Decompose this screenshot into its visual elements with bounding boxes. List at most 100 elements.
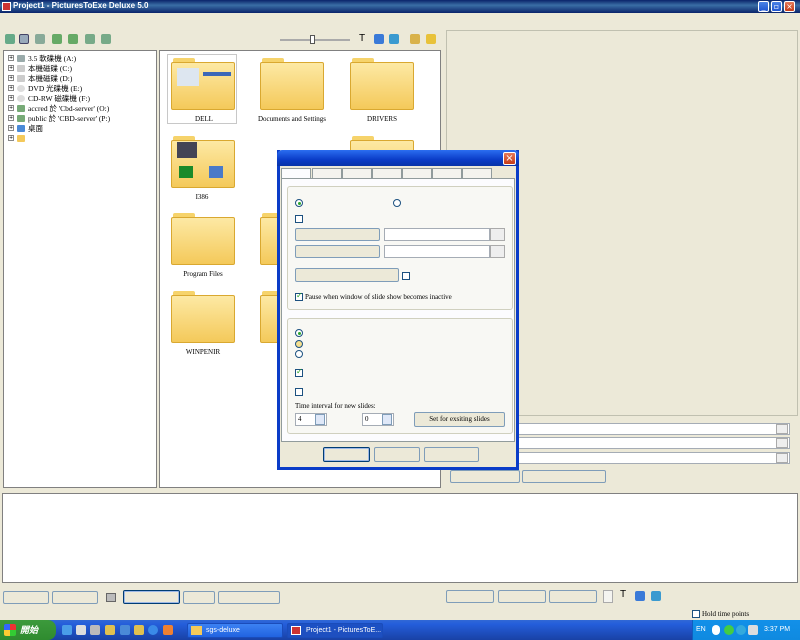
view-icon-2[interactable] [19, 34, 29, 44]
folder-dell[interactable] [171, 58, 235, 110]
radio-option-4[interactable] [295, 340, 303, 348]
new-folder-icon[interactable] [426, 34, 436, 44]
view-icon-7[interactable] [101, 34, 111, 44]
view-icon-3[interactable] [35, 34, 45, 44]
scissors-icon[interactable] [490, 245, 505, 258]
image-icon[interactable] [389, 34, 399, 44]
quicklaunch-icon[interactable] [163, 625, 173, 635]
expand-icon[interactable]: + [8, 125, 14, 131]
dialog-tab[interactable] [372, 168, 402, 178]
language-indicator[interactable]: EN [696, 626, 706, 633]
quicklaunch-icon[interactable] [76, 625, 86, 635]
quicklaunch-icon[interactable] [120, 625, 130, 635]
folder-documents[interactable] [260, 58, 324, 110]
spin-icon[interactable] [603, 590, 613, 603]
quicklaunch-icon[interactable] [62, 625, 72, 635]
help-icon[interactable] [712, 625, 720, 635]
tree-item-d[interactable]: + 本機磁碟 (D:) [8, 73, 72, 83]
bottom-button-3[interactable] [123, 590, 180, 604]
dialog-help-button[interactable] [424, 447, 479, 462]
tree-item-folder[interactable]: + [8, 133, 28, 143]
expand-icon[interactable]: + [8, 105, 14, 111]
expand-icon[interactable]: + [8, 135, 14, 141]
checkbox-2[interactable] [402, 272, 410, 280]
bottom-button-2[interactable] [52, 591, 98, 604]
minimize-button[interactable]: _ [758, 1, 769, 12]
security-icon[interactable] [736, 625, 746, 635]
browse-icon[interactable] [776, 453, 788, 463]
folder-drivers[interactable] [350, 58, 414, 110]
pause-checkbox[interactable] [295, 291, 303, 301]
browse-icon[interactable] [776, 424, 788, 434]
checkbox-1[interactable] [295, 215, 303, 223]
copy-icon[interactable] [635, 591, 645, 601]
panel-button-2[interactable] [522, 470, 606, 483]
browse-icon[interactable] [776, 438, 788, 448]
copy-icon[interactable] [374, 34, 384, 44]
bottom-button-8[interactable] [549, 590, 597, 603]
text-tool-icon[interactable]: T [620, 589, 626, 600]
bottom-button-5[interactable] [218, 591, 280, 604]
dialog-tab[interactable] [432, 168, 462, 178]
bottom-button-4[interactable] [183, 591, 215, 604]
radio-option-2[interactable] [393, 199, 401, 207]
tree-item-desktop[interactable]: + 桌面 [8, 123, 43, 133]
spinner-icon[interactable] [382, 414, 392, 425]
dialog-tab[interactable] [462, 168, 492, 178]
dialog-tab[interactable] [312, 168, 342, 178]
quicklaunch-icon[interactable] [134, 625, 144, 635]
view-icon-6[interactable] [85, 34, 95, 44]
close-button[interactable]: × [784, 1, 795, 12]
quicklaunch-icon[interactable] [90, 625, 100, 635]
folder-winpenir[interactable] [171, 291, 235, 343]
maximize-button[interactable]: ▫ [771, 1, 782, 12]
checkbox-4[interactable] [295, 388, 303, 396]
view-icon-1[interactable] [5, 34, 15, 44]
dialog-field-1[interactable] [384, 228, 490, 241]
radio-option-3[interactable] [295, 329, 303, 337]
bottom-button-6[interactable] [446, 590, 494, 603]
taskbar-item-project[interactable]: Project1 - PicturesToE... [287, 623, 383, 638]
dialog-button-2[interactable] [295, 245, 380, 258]
scissors-icon[interactable] [490, 228, 505, 241]
open-folder-icon[interactable] [410, 34, 420, 44]
expand-icon[interactable]: + [8, 115, 14, 121]
volume-icon[interactable] [748, 625, 758, 635]
folder-program-files[interactable] [171, 213, 235, 265]
text-tool-icon[interactable]: T [359, 33, 365, 44]
dialog-tab[interactable] [342, 168, 372, 178]
quicklaunch-icon[interactable] [105, 625, 115, 635]
dialog-field-2[interactable] [384, 245, 490, 258]
expand-icon[interactable]: + [8, 55, 14, 61]
bottom-button-1[interactable] [3, 591, 49, 604]
slide-list[interactable] [2, 493, 798, 583]
set-existing-slides-button[interactable]: Set for exsiting slides [414, 412, 505, 427]
thumbnail-size-slider[interactable] [280, 39, 350, 41]
dialog-button-1[interactable] [295, 228, 380, 241]
view-icon-5[interactable] [68, 34, 78, 44]
expand-icon[interactable]: + [8, 95, 14, 101]
dialog-cancel-button[interactable] [374, 447, 420, 462]
quicklaunch-icon[interactable] [148, 625, 158, 635]
network-icon[interactable] [724, 625, 734, 635]
radio-option-5[interactable] [295, 350, 303, 358]
image-icon[interactable] [651, 591, 661, 601]
tree-item-dvd[interactable]: + DVD 光碟機 (E:) [8, 83, 82, 93]
expand-icon[interactable]: + [8, 85, 14, 91]
tree-item-cdrw[interactable]: + CD-RW 磁碟機 (F:) [8, 93, 90, 103]
spinner-icon[interactable] [315, 414, 325, 425]
tree-item-c[interactable]: + 本機磁碟 (C:) [8, 63, 72, 73]
path-field-2[interactable] [506, 437, 790, 449]
path-field-1[interactable] [506, 423, 790, 435]
path-field-3[interactable] [506, 452, 790, 464]
slide-icon[interactable] [106, 593, 116, 602]
folder-i386[interactable] [171, 136, 235, 188]
tree-item-accred[interactable]: + accred 於 'Cbd-server' (O:) [8, 103, 109, 113]
tree-item-public[interactable]: + public 於 'CBD-server' (P:) [8, 113, 110, 123]
dialog-tab[interactable] [402, 168, 432, 178]
expand-icon[interactable]: + [8, 65, 14, 71]
bottom-button-7[interactable] [498, 590, 546, 603]
hold-time-points-checkbox[interactable] [692, 610, 700, 618]
tree-item-floppy[interactable]: +3.5 軟碟機 (A:) [8, 53, 76, 63]
checkbox-3[interactable] [295, 367, 303, 377]
